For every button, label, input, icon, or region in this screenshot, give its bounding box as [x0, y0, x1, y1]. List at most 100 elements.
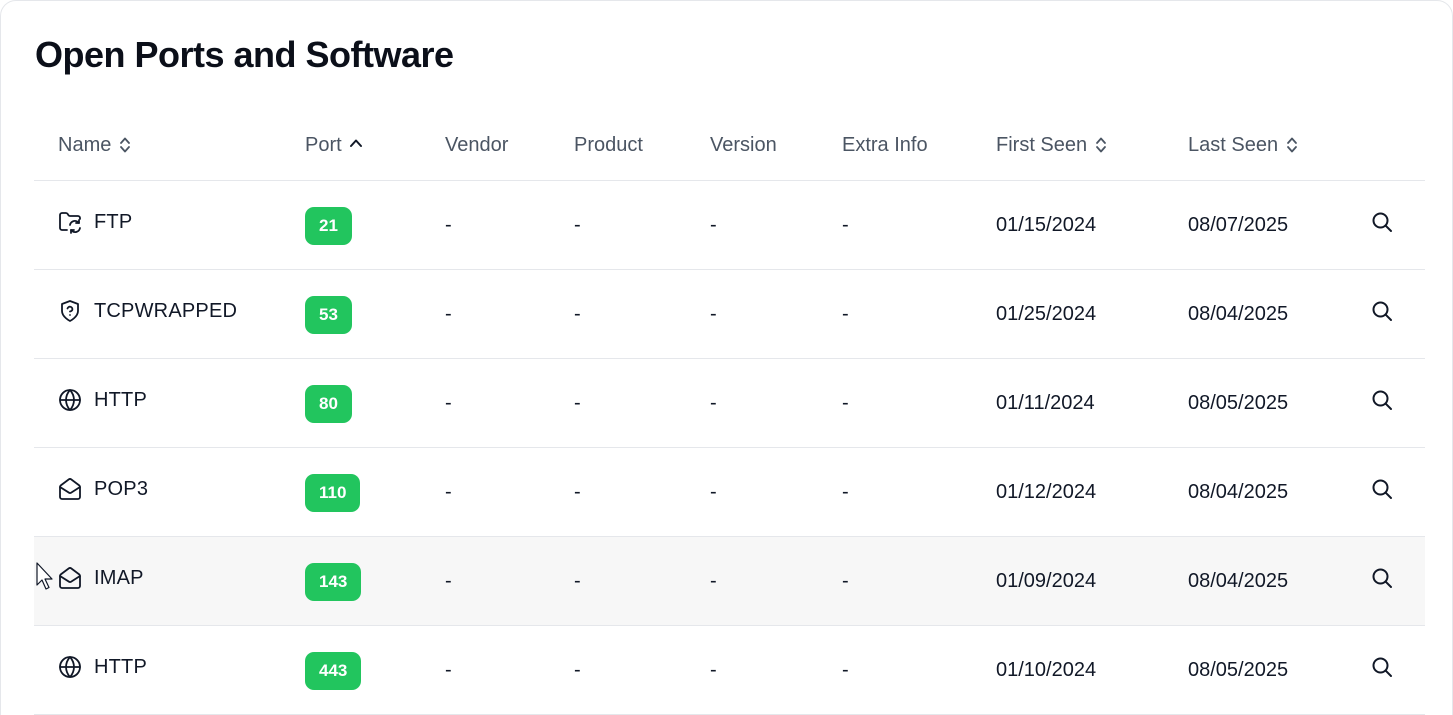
column-label: Vendor: [445, 133, 509, 156]
column-header-last-seen[interactable]: Last Seen: [1188, 109, 1300, 181]
version-cell: -: [710, 481, 717, 503]
first-seen-cell: 01/15/2024: [996, 214, 1097, 236]
port-badge: 443: [305, 652, 362, 690]
column-label: Name: [58, 133, 112, 156]
port-cell: 80: [305, 359, 352, 448]
vendor-cell: -: [445, 214, 452, 236]
service-name: HTTP: [94, 388, 148, 411]
version-cell: -: [710, 570, 717, 592]
search-icon[interactable]: [1366, 651, 1398, 683]
service-name: TCPWRAPPED: [94, 299, 238, 322]
service-name-cell: IMAP: [58, 565, 144, 591]
first-seen-cell: 01/09/2024: [996, 570, 1097, 592]
sort-unsorted-icon[interactable]: [1284, 135, 1300, 155]
product-cell: -: [574, 214, 581, 236]
extra-info-cell: -: [842, 303, 849, 325]
port-badge: 80: [305, 385, 352, 423]
version-cell: -: [710, 303, 717, 325]
extra-info-cell: -: [842, 570, 849, 592]
first-seen-cell: 01/12/2024: [996, 481, 1097, 503]
first-seen-cell: 01/10/2024: [996, 659, 1097, 681]
table-row[interactable]: HTTP 443 - - - - 01/10/2024 08/05/2025: [34, 626, 1425, 715]
mouse-cursor-icon: [36, 562, 53, 590]
extra-info-cell: -: [842, 214, 849, 236]
first-seen-cell: 01/25/2024: [996, 303, 1097, 325]
service-name-cell: TCPWRAPPED: [58, 298, 237, 324]
globe-icon: [58, 388, 82, 412]
port-badge: 53: [305, 296, 352, 334]
actions-cell: [1366, 626, 1398, 715]
last-seen-cell: 08/04/2025: [1188, 570, 1289, 592]
column-header-port[interactable]: Port: [305, 109, 364, 181]
version-cell: -: [710, 392, 717, 414]
vendor-cell: -: [445, 659, 452, 681]
actions-cell: [1366, 359, 1398, 448]
service-name: HTTP: [94, 655, 148, 678]
page-title: Open Ports and Software: [35, 34, 454, 75]
column-label: Version: [710, 133, 777, 156]
table-row[interactable]: POP3 110 - - - - 01/12/2024 08/04/2025: [34, 448, 1425, 537]
last-seen-cell: 08/07/2025: [1188, 214, 1289, 236]
table-header: Name Port Vendor Product Version Extra I…: [34, 109, 1425, 181]
version-cell: -: [710, 214, 717, 236]
last-seen-cell: 08/05/2025: [1188, 659, 1289, 681]
service-name-cell: POP3: [58, 476, 148, 502]
actions-cell: [1366, 270, 1398, 359]
sort-unsorted-icon[interactable]: [1093, 135, 1109, 155]
ports-table: Name Port Vendor Product Version Extra I…: [34, 109, 1425, 715]
mail-open-icon: [58, 477, 82, 501]
vendor-cell: -: [445, 392, 452, 414]
column-label: Last Seen: [1188, 133, 1279, 156]
port-cell: 110: [305, 448, 361, 537]
port-badge: 110: [305, 474, 361, 512]
first-seen-cell: 01/11/2024: [996, 392, 1095, 414]
vendor-cell: -: [445, 570, 452, 592]
column-header-product: Product: [574, 109, 643, 181]
service-name-cell: HTTP: [58, 387, 147, 413]
service-name-cell: HTTP: [58, 654, 147, 680]
actions-cell: [1366, 448, 1398, 537]
column-header-name[interactable]: Name: [58, 109, 133, 181]
search-icon[interactable]: [1366, 562, 1398, 594]
actions-cell: [1366, 181, 1398, 270]
column-label: Port: [305, 133, 342, 156]
service-name-cell: FTP: [58, 209, 132, 235]
mail-open-icon: [58, 566, 82, 590]
table-row[interactable]: FTP 21 - - - - 01/15/2024 08/07/2025: [34, 181, 1425, 270]
last-seen-cell: 08/04/2025: [1188, 303, 1289, 325]
sort-ascending-icon[interactable]: [348, 135, 364, 155]
vendor-cell: -: [445, 303, 452, 325]
search-icon[interactable]: [1366, 384, 1398, 416]
search-icon[interactable]: [1366, 206, 1398, 238]
table-row[interactable]: IMAP 143 - - - - 01/09/2024 08/04/2025: [34, 537, 1425, 626]
product-cell: -: [574, 303, 581, 325]
port-cell: 143: [305, 537, 362, 626]
product-cell: -: [574, 392, 581, 414]
product-cell: -: [574, 481, 581, 503]
service-name: POP3: [94, 477, 149, 500]
product-cell: -: [574, 659, 581, 681]
vendor-cell: -: [445, 481, 452, 503]
actions-cell: [1366, 537, 1398, 626]
table-row[interactable]: TCPWRAPPED 53 - - - - 01/25/2024 08/04/2…: [34, 270, 1425, 359]
port-cell: 443: [305, 626, 362, 715]
table-row[interactable]: HTTP 80 - - - - 01/11/2024 08/05/2025: [34, 359, 1425, 448]
search-icon[interactable]: [1366, 473, 1398, 505]
search-icon[interactable]: [1366, 295, 1398, 327]
sort-unsorted-icon[interactable]: [117, 135, 133, 155]
table-body: FTP 21 - - - - 01/15/2024 08/07/2025 TCP…: [34, 181, 1425, 715]
column-header-extra-info: Extra Info: [842, 109, 928, 181]
shield-question-icon: [58, 299, 82, 323]
column-label: Product: [574, 133, 643, 156]
product-cell: -: [574, 570, 581, 592]
port-cell: 21: [305, 181, 352, 270]
last-seen-cell: 08/05/2025: [1188, 392, 1289, 414]
extra-info-cell: -: [842, 659, 849, 681]
column-header-first-seen[interactable]: First Seen: [996, 109, 1109, 181]
column-label: First Seen: [996, 133, 1088, 156]
service-name: FTP: [94, 210, 133, 233]
last-seen-cell: 08/04/2025: [1188, 481, 1289, 503]
column-label: Extra Info: [842, 133, 928, 156]
port-cell: 53: [305, 270, 352, 359]
column-header-version: Version: [710, 109, 777, 181]
